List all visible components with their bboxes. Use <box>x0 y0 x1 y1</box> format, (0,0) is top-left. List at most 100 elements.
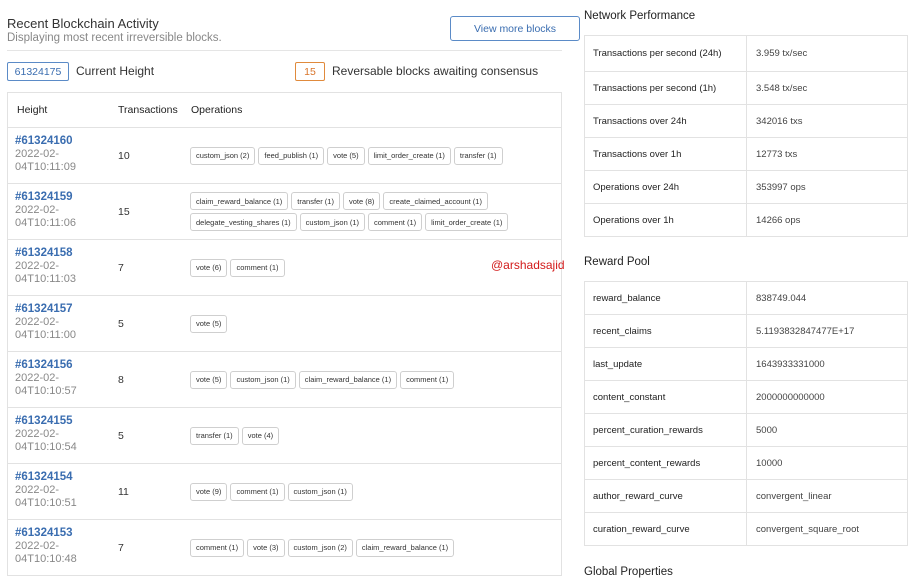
block-height-cell: #61324159 2022-02-04T10:11:06 <box>15 191 115 230</box>
table-row: percent_curation_rewards 5000 <box>585 414 907 447</box>
operation-tag: limit_order_create (1) <box>367 146 451 165</box>
operation-tag: vote (4) <box>241 426 280 445</box>
property-value: 2000000000000 <box>756 391 825 403</box>
block-height-link[interactable]: #61324159 <box>15 191 115 204</box>
table-row: #61324160 2022-02-04T10:11:09 10 custom_jso… <box>8 128 561 184</box>
property-name: Transactions over 1h <box>585 138 747 170</box>
operation-tag: comment (1) <box>400 370 455 389</box>
operation-tag: vote (5) <box>190 314 228 333</box>
property-value: 3.959 tx/sec <box>756 48 808 59</box>
table-row: #61324157 2022-02-04T10:11:00 5 vote (5) <box>8 296 561 352</box>
property-name: content_constant <box>585 381 747 413</box>
operation-tag: comment (1) <box>230 482 285 501</box>
property-name: Transactions per second (1h) <box>585 72 747 104</box>
operation-tag: custom_json (2) <box>287 538 353 557</box>
table-row: #61324159 2022-02-04T10:11:06 15 claim_rewa… <box>8 184 561 240</box>
current-height-badge: 61324175 <box>7 62 69 81</box>
view-more-blocks-button[interactable]: View more blocks <box>450 16 580 41</box>
operation-tag: transfer (1) <box>453 146 503 165</box>
operation-tag: vote (5) <box>190 370 228 389</box>
property-name: reward_balance <box>585 282 747 314</box>
table-header: Height Transactions Operations <box>8 93 561 128</box>
divider <box>7 50 562 51</box>
property-value: 5000 <box>756 424 778 436</box>
property-name: recent_claims <box>585 315 747 347</box>
table-row: author_reward_curve convergent_linear <box>585 480 907 513</box>
recent-activity-panel: Recent Blockchain Activity Displaying mo… <box>7 0 562 581</box>
block-timestamp: 2022-02-04T10:10:57 <box>15 372 77 397</box>
watermark: @arshadsajid <box>491 258 565 272</box>
table-row: Transactions over 1h 12773 txs <box>585 138 907 171</box>
column-header-operations: Operations <box>191 104 243 116</box>
transaction-count: 5 <box>118 317 124 330</box>
column-header-transactions: Transactions <box>118 104 178 116</box>
operation-tag: custom_json (1) <box>287 482 353 501</box>
reward-pool-table: reward_balance 838749.044 recent_claims 5.1… <box>584 281 908 546</box>
property-value: 3.548 tx/sec <box>756 82 808 94</box>
property-name: Transactions over 24h <box>585 105 747 137</box>
network-performance-table: Transactions per second (24h) 3.959 tx/se… <box>584 35 908 237</box>
operations-cell: vote (9) comment (1) custom_json (1) <box>190 464 560 519</box>
operation-tag: comment (1) <box>368 213 423 231</box>
operation-tag: custom_json (1) <box>230 370 296 389</box>
network-performance-title: Network Performance <box>584 10 696 22</box>
operation-tag: claim_reward_balance (1) <box>190 192 289 210</box>
block-timestamp: 2022-02-04T10:10:51 <box>15 484 77 509</box>
operation-tag: limit_order_create (1) <box>425 213 509 231</box>
activity-subtitle: Displaying most recent irreversible bloc… <box>7 32 222 44</box>
operations-cell: claim_reward_balance (1) transfer (1) vote… <box>190 184 560 239</box>
table-row: content_constant 2000000000000 <box>585 381 907 414</box>
table-row: curation_reward_curve convergent_square_r… <box>585 513 907 546</box>
transaction-count: 15 <box>118 205 130 218</box>
block-height-link[interactable]: #61324156 <box>15 359 115 372</box>
operation-tag: claim_reward_balance (1) <box>298 370 398 389</box>
table-row: #61324153 2022-02-04T10:10:48 7 comment (1)… <box>8 520 561 576</box>
table-row: reward_balance 838749.044 <box>585 282 907 315</box>
transaction-count: 7 <box>118 541 124 554</box>
reversible-blocks-label: Reversable blocks awaiting consensus <box>332 64 539 78</box>
operation-tag: vote (6) <box>190 258 228 277</box>
table-row: Operations over 24h 353997 ops <box>585 171 907 204</box>
operation-tag: delegate_vesting_shares (1) <box>190 213 297 231</box>
activity-title: Recent Blockchain Activity <box>7 16 159 31</box>
block-height-link[interactable]: #61324154 <box>15 471 115 484</box>
property-value: 838749.044 <box>756 292 807 304</box>
operation-tag: claim_reward_balance (1) <box>355 538 455 557</box>
transaction-count: 8 <box>118 373 124 386</box>
block-height-cell: #61324160 2022-02-04T10:11:09 <box>15 135 115 174</box>
property-value: 353997 ops <box>756 181 806 193</box>
block-height-link[interactable]: #61324153 <box>15 527 115 540</box>
operations-cell: vote (5) <box>190 296 560 351</box>
block-timestamp: 2022-02-04T10:10:48 <box>15 540 77 565</box>
block-height-link[interactable]: #61324158 <box>15 247 115 260</box>
property-name: Operations over 1h <box>585 204 747 236</box>
block-height-link[interactable]: #61324160 <box>15 135 115 148</box>
block-height-link[interactable]: #61324157 <box>15 303 115 316</box>
block-height-cell: #61324155 2022-02-04T10:10:54 <box>15 415 115 454</box>
column-header-height: Height <box>17 104 48 116</box>
property-value: convergent_linear <box>756 490 832 502</box>
block-timestamp: 2022-02-04T10:11:09 <box>15 148 76 173</box>
operation-tag: vote (8) <box>342 192 381 210</box>
operation-tag: transfer (1) <box>190 426 239 445</box>
operation-tag: transfer (1) <box>291 192 340 210</box>
block-timestamp: 2022-02-04T10:11:00 <box>15 316 76 341</box>
property-value: 342016 txs <box>756 115 803 127</box>
block-height-link[interactable]: #61324155 <box>15 415 115 428</box>
transaction-count: 11 <box>118 485 129 498</box>
property-value: 12773 txs <box>756 148 798 160</box>
transaction-count: 7 <box>118 261 124 274</box>
operation-tag: custom_json (1) <box>299 213 366 231</box>
blocks-table: Height Transactions Operations #61324160… <box>7 92 562 576</box>
current-height-label: Current Height <box>76 64 155 78</box>
block-timestamp: 2022-02-04T10:11:03 <box>15 260 76 285</box>
table-row: #61324156 2022-02-04T10:10:57 8 vote (5) cus… <box>8 352 561 408</box>
property-name: percent_curation_rewards <box>585 414 747 446</box>
table-row: percent_content_rewards 10000 <box>585 447 907 480</box>
operation-tag: custom_json (2) <box>190 146 256 165</box>
table-row: Transactions per second (1h) 3.548 tx/sec <box>585 72 907 105</box>
block-timestamp: 2022-02-04T10:11:06 <box>15 204 76 229</box>
table-row: Operations over 1h 14266 ops <box>585 204 907 237</box>
table-row: #61324155 2022-02-04T10:10:54 5 transfer (1… <box>8 408 561 464</box>
property-name: author_reward_curve <box>585 480 747 512</box>
